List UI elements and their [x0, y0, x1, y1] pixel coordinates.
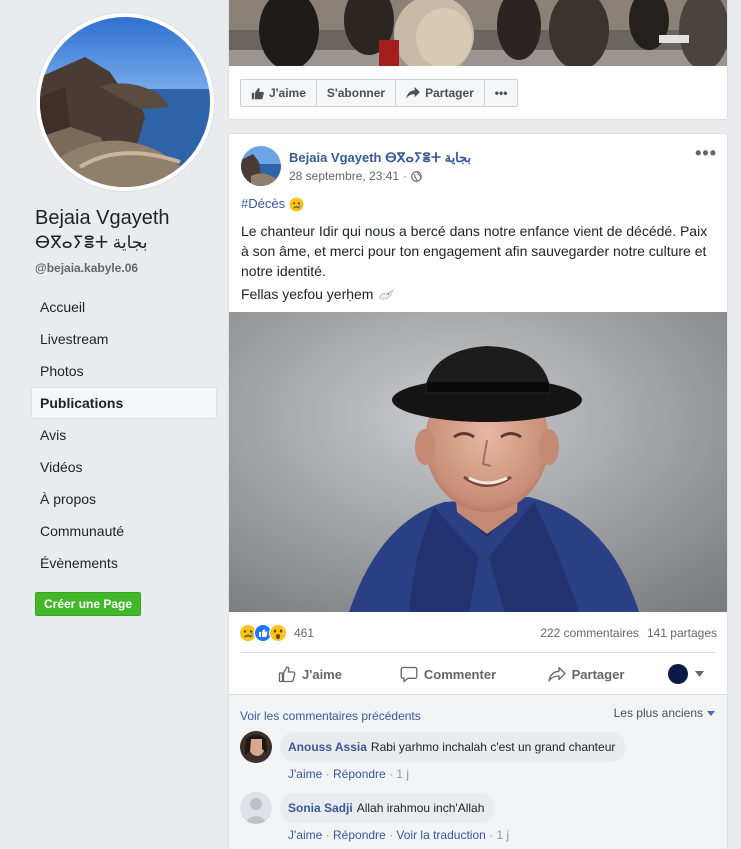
nav-item-photos[interactable]: Photos: [31, 355, 217, 387]
see-translation-link[interactable]: Voir la traduction: [396, 828, 485, 842]
page-share-button[interactable]: Partager: [396, 80, 485, 106]
view-previous-comments-link[interactable]: Voir les commentaires précédents: [240, 709, 421, 723]
nav-item-livestream[interactable]: Livestream: [31, 323, 217, 355]
share-arrow-icon: [406, 87, 420, 99]
page-handle[interactable]: @bejaia.kabyle.06: [35, 261, 138, 275]
nav-item-communaute[interactable]: Communauté: [31, 515, 217, 547]
comment-sort-label: Les plus anciens: [613, 706, 703, 720]
like-button[interactable]: J'aime: [241, 658, 379, 690]
post-author-name[interactable]: Bejaia Vgayeth ⴱⴳⴰⵢⴻⵜ بجاية: [289, 150, 471, 166]
comments-count[interactable]: 222 commentaires: [540, 626, 639, 640]
reaction-count[interactable]: 461: [294, 626, 314, 640]
page-actions-group: J'aime S'abonner Partager •••: [240, 79, 519, 107]
comment-sort-dropdown[interactable]: Les plus anciens: [614, 706, 715, 720]
left-sidebar: Bejaia Vgayeth ⴱⴳⴰⵢⴻⵜ بجاية @bejaia.kaby…: [0, 0, 228, 849]
post-photo-idir[interactable]: [229, 312, 727, 612]
wow-reaction-icon: [269, 624, 287, 642]
post-author-avatar[interactable]: [241, 146, 281, 186]
post-timestamp[interactable]: 28 septembre, 23:41: [289, 169, 399, 183]
share-label: Partager: [571, 666, 625, 682]
comments-section: Voir les commentaires précédents Les plu…: [229, 694, 727, 849]
user-avatar-small: [667, 664, 688, 684]
nav-item-a-propos[interactable]: À propos: [31, 483, 217, 515]
post-hashtag-line: #Décès: [241, 196, 304, 212]
comment-time[interactable]: 1 j: [396, 767, 409, 781]
comment-reply-link[interactable]: Répondre: [333, 828, 386, 842]
post-as-selector[interactable]: [655, 658, 715, 690]
more-dots-icon: •••: [494, 86, 508, 100]
comment-button[interactable]: Commenter: [379, 658, 517, 690]
previous-post-card: J'aime S'abonner Partager •••: [228, 0, 728, 120]
comment-label: Commenter: [423, 666, 497, 682]
post-message-closing: Fellas yeɛfou yerḥem: [241, 286, 374, 302]
caret-down-icon: [694, 671, 704, 677]
page-like-button[interactable]: J'aime: [241, 80, 317, 106]
comment-author[interactable]: Sonia Sadji: [288, 801, 353, 815]
comment-text: Rabi yarhmo inchalah c'est un grand chan…: [370, 740, 616, 754]
page-profile-picture[interactable]: [36, 13, 214, 191]
thumbs-up-icon: [278, 666, 296, 683]
comment-bubble: Sonia Sadji Allah irahmou inch'Allah: [280, 793, 496, 823]
share-button[interactable]: Partager: [517, 658, 655, 690]
commenter-avatar[interactable]: [240, 792, 272, 824]
comment-author[interactable]: Anouss Assia: [288, 740, 367, 754]
comment-bubble-icon: [400, 666, 418, 683]
comment-like-link[interactable]: J'aime: [288, 767, 322, 781]
globe-icon[interactable]: [411, 170, 422, 182]
post-card: Bejaia Vgayeth ⴱⴳⴰⵢⴻⵜ بجاية 28 septembre…: [228, 133, 728, 849]
page-nav: Accueil Livestream Photos Publications A…: [31, 291, 217, 579]
comment-like-link[interactable]: J'aime: [288, 828, 322, 842]
hashtag-link[interactable]: #Décès: [241, 196, 285, 211]
reaction-icons[interactable]: 461: [239, 624, 314, 642]
share-arrow-icon: [547, 666, 566, 682]
comment-time[interactable]: 1 j: [496, 828, 509, 842]
post-message-line2: Fellas yeɛfou yerḥem: [241, 284, 395, 304]
comment-bubble: Anouss Assia Rabi yarhmo inchalah c'est …: [280, 732, 627, 762]
page-title-alt: ⴱⴳⴰⵢⴻⵜ بجاية: [35, 233, 148, 252]
sad-emoji-icon: [289, 197, 304, 212]
page-like-label: J'aime: [269, 86, 306, 100]
commenter-avatar[interactable]: [240, 731, 272, 763]
post-meta: 28 septembre, 23:41 ·: [289, 169, 422, 183]
caret-down-icon: [707, 710, 715, 716]
previous-post-photo[interactable]: [229, 0, 727, 66]
create-page-button[interactable]: Créer une Page: [35, 592, 142, 616]
post-actions: J'aime Commenter Partager: [241, 658, 715, 690]
subscribe-label: S'abonner: [326, 86, 386, 100]
page-share-label: Partager: [425, 86, 474, 100]
page-title[interactable]: Bejaia Vgayeth: [35, 207, 170, 230]
dove-emoji-icon: [378, 289, 395, 300]
nav-item-accueil[interactable]: Accueil: [31, 291, 217, 323]
comment-actions: J'aime · Répondre · Voir la traduction ·…: [288, 828, 510, 842]
like-label: J'aime: [302, 666, 342, 682]
comment-actions: J'aime · Répondre · 1 j: [288, 767, 410, 781]
reactions-summary: 461 222 commentaires 141 partages: [239, 622, 717, 644]
nav-item-videos[interactable]: Vidéos: [31, 451, 217, 483]
post-options-button[interactable]: •••: [695, 144, 717, 162]
thumbs-up-icon: [251, 87, 264, 99]
shares-count[interactable]: 141 partages: [647, 626, 717, 640]
post-stats: 222 commentaires 141 partages: [540, 626, 717, 640]
post-message: Le chanteur Idir qui nous a bercé dans n…: [241, 223, 708, 279]
nav-item-avis[interactable]: Avis: [31, 419, 217, 451]
comment-text: Allah irahmou inch'Allah: [356, 801, 485, 815]
divider: [241, 652, 715, 653]
nav-item-publications[interactable]: Publications: [31, 387, 217, 419]
comment-reply-link[interactable]: Répondre: [333, 767, 386, 781]
profile-photo-coast: [40, 17, 210, 187]
page-more-button[interactable]: •••: [485, 80, 518, 106]
subscribe-button[interactable]: S'abonner: [317, 80, 397, 106]
nav-item-evenements[interactable]: Évènements: [31, 547, 217, 579]
